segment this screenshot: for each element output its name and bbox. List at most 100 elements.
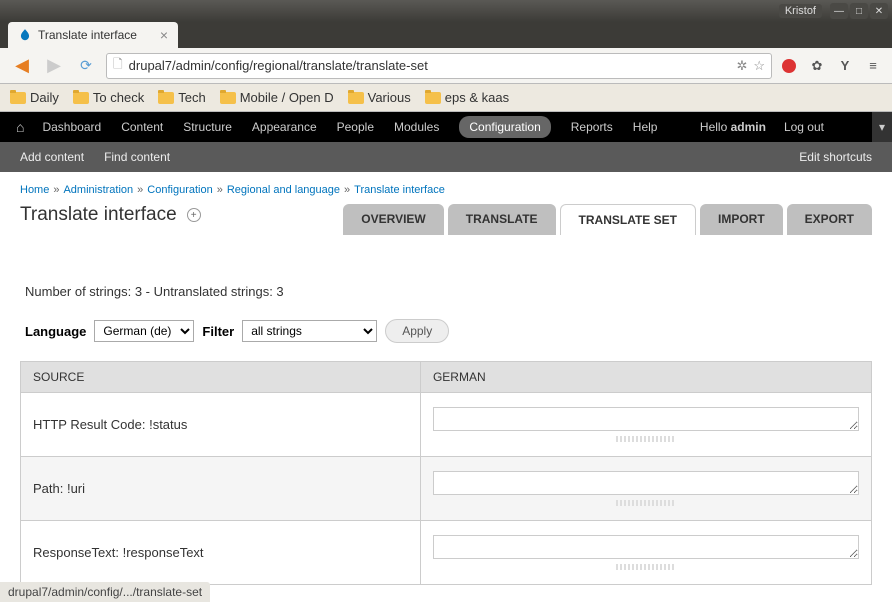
bookmark-folder[interactable]: Tech [158,90,205,105]
admin-toolbar: ⌂ Dashboard Content Structure Appearance Peo… [0,112,892,142]
tab-strip: Translate interface × [0,22,892,48]
add-content-link[interactable]: Add content [20,150,84,164]
translation-input[interactable] [433,407,859,431]
tab-translate[interactable]: TRANSLATE [448,204,556,235]
folder-icon [348,92,364,104]
admin-menu-appearance[interactable]: Appearance [252,120,317,134]
bookmark-bar: Daily To check Tech Mobile / Open D Various e… [0,84,892,112]
admin-menu-configuration[interactable]: Configuration [459,116,550,138]
admin-menu-people[interactable]: People [337,120,374,134]
nav-bar: ◀ ▶ ⟳ 🗋 ✲ ☆ ✿ Y ≡ [0,48,892,84]
settings-icon[interactable]: ✿ [808,57,826,75]
folder-icon [220,92,236,104]
reload-button[interactable]: ⟳ [74,54,98,78]
admin-menu-content[interactable]: Content [121,120,163,134]
col-source: SOURCE [21,362,421,393]
bookmark-folder[interactable]: To check [73,90,144,105]
toolbar-dropdown[interactable]: ▾ [872,112,892,142]
window-close[interactable]: ✕ [870,3,888,19]
tab-translate-set[interactable]: TRANSLATE SET [560,204,696,235]
drupal-favicon [18,28,32,42]
translation-table: SOURCE GERMAN HTTP Result Code: !statusP… [20,361,872,585]
add-shortcut-icon[interactable]: + [187,208,201,222]
logout-link[interactable]: Log out [784,120,824,134]
shortcut-bar: Add content Find content Edit shortcuts [0,142,892,172]
bookmark-label: Mobile / Open D [240,90,334,105]
bookmark-label: Daily [30,90,59,105]
find-content-link[interactable]: Find content [104,150,170,164]
y-extension-icon[interactable]: Y [836,57,854,75]
resize-grip[interactable] [616,564,676,570]
folder-icon [10,92,26,104]
star-icon[interactable]: ☆ [753,58,765,74]
resize-grip[interactable] [616,436,676,442]
translation-cell [420,521,871,585]
translation-input[interactable] [433,471,859,495]
menu-icon[interactable]: ≡ [864,57,882,75]
folder-icon [158,92,174,104]
tab-title: Translate interface [38,28,137,42]
browser-tab[interactable]: Translate interface × [8,22,178,48]
window-titlebar: Kristof — □ ✕ [0,0,892,22]
filter-row: Language German (de) Filter all strings … [20,319,872,343]
tab-overview[interactable]: OVERVIEW [343,204,443,235]
window-user: Kristof [779,4,822,18]
bookmark-label: Tech [178,90,205,105]
breadcrumb-link[interactable]: Translate interface [354,184,445,196]
admin-menu-modules[interactable]: Modules [394,120,439,134]
bookmark-folder[interactable]: eps & kaas [425,90,509,105]
admin-menu-structure[interactable]: Structure [183,120,232,134]
browser-chrome: Translate interface × ◀ ▶ ⟳ 🗋 ✲ ☆ ✿ Y ≡ … [0,22,892,112]
apply-button[interactable]: Apply [385,319,449,343]
tabs: OVERVIEWTRANSLATETRANSLATE SETIMPORTEXPO… [323,204,892,235]
language-select[interactable]: German (de) [94,320,194,342]
folder-icon [73,92,89,104]
col-target: GERMAN [420,362,871,393]
table-row: Path: !uri [21,457,872,521]
bookmark-folder[interactable]: Daily [10,90,59,105]
filter-select[interactable]: all strings [242,320,377,342]
tab-close-icon[interactable]: × [160,27,168,43]
breadcrumb: Home»Administration»Configuration»Region… [0,172,892,204]
adblock-icon[interactable] [780,57,798,75]
bookmark-folder[interactable]: Mobile / Open D [220,90,334,105]
source-cell: HTTP Result Code: !status [21,393,421,457]
bookmark-label: Various [368,90,411,105]
table-row: HTTP Result Code: !status [21,393,872,457]
edit-shortcuts-link[interactable]: Edit shortcuts [799,150,872,164]
table-row: ResponseText: !responseText [21,521,872,585]
admin-menu-help[interactable]: Help [633,120,658,134]
strings-info: Number of strings: 3 - Untranslated stri… [20,284,872,299]
folder-icon [425,92,441,104]
bookmark-label: eps & kaas [445,90,509,105]
filter-label: Filter [202,324,234,339]
tab-import[interactable]: IMPORT [700,204,783,235]
translation-cell [420,457,871,521]
admin-menu-reports[interactable]: Reports [571,120,613,134]
window-maximize[interactable]: □ [850,3,868,19]
back-button[interactable]: ◀ [10,54,34,78]
status-bar: drupal7/admin/config/.../translate-set [0,582,210,602]
bookmark-label: To check [93,90,144,105]
language-label: Language [25,324,86,339]
breadcrumb-link[interactable]: Configuration [147,184,212,196]
window-minimize[interactable]: — [830,3,848,19]
breadcrumb-link[interactable]: Regional and language [227,184,340,196]
content-area: Home»Administration»Configuration»Region… [0,172,892,602]
url-input[interactable] [129,58,731,73]
bookmark-folder[interactable]: Various [348,90,411,105]
page-icon: 🗋 [113,55,123,76]
forward-button: ▶ [42,54,66,78]
page-title: Translate interface [20,204,177,226]
admin-menu-dashboard[interactable]: Dashboard [42,120,101,134]
url-bar[interactable]: 🗋 ✲ ☆ [106,53,772,79]
tab-export[interactable]: EXPORT [787,204,872,235]
home-icon[interactable]: ⌂ [16,119,24,135]
breadcrumb-link[interactable]: Administration [63,184,133,196]
compass-icon[interactable]: ✲ [736,58,747,74]
breadcrumb-link[interactable]: Home [20,184,49,196]
source-cell: ResponseText: !responseText [21,521,421,585]
resize-grip[interactable] [616,500,676,506]
source-cell: Path: !uri [21,457,421,521]
translation-input[interactable] [433,535,859,559]
